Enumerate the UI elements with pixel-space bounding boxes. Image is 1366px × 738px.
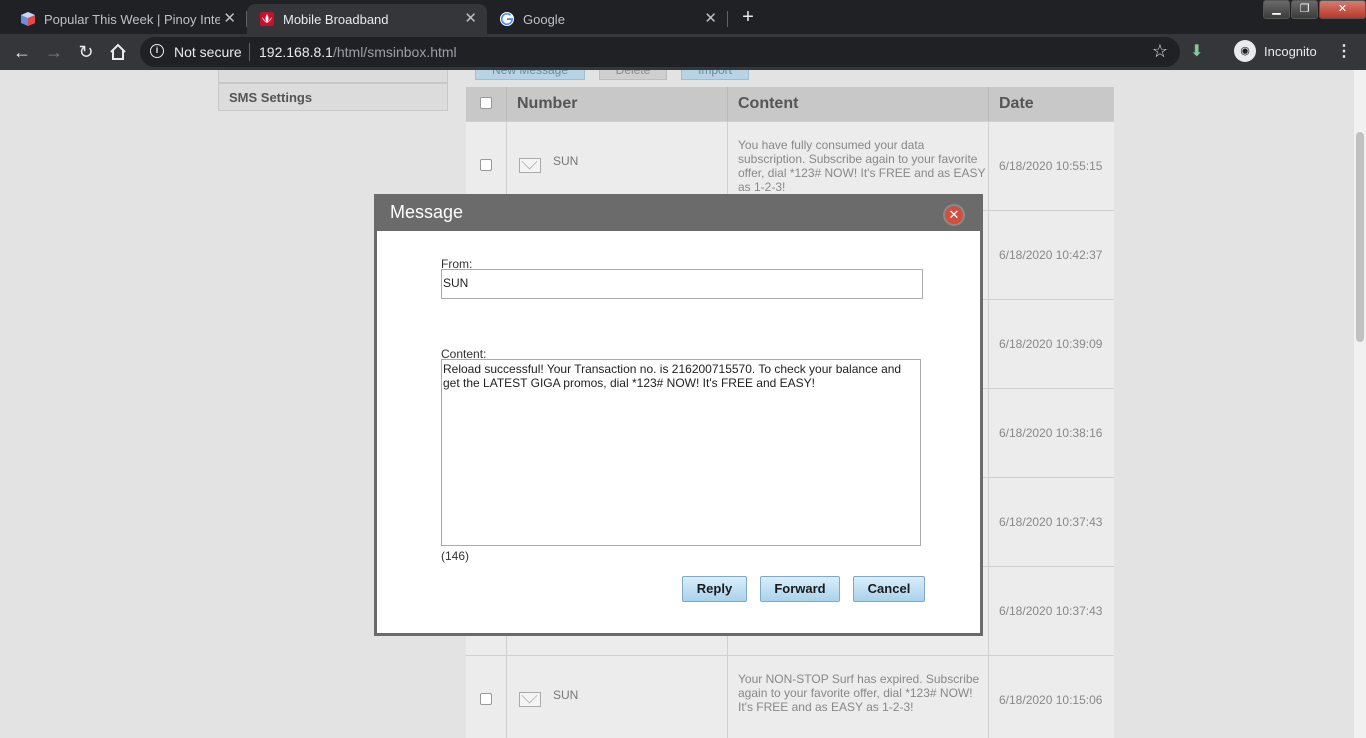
- new-tab-plus-icon[interactable]: +: [735, 6, 761, 30]
- incognito-icon: ◉: [1234, 40, 1256, 62]
- row-date: 6/18/2020 10:39:09: [999, 337, 1103, 351]
- tab-title: Google: [523, 11, 565, 27]
- security-status: Not secure: [174, 44, 242, 60]
- row-date: 6/18/2020 10:37:43: [999, 515, 1103, 529]
- header-checkbox-cell: [466, 87, 506, 121]
- scrollbar-thumb[interactable]: [1356, 132, 1364, 342]
- tab-separator: [727, 11, 728, 27]
- table-row[interactable]: SUN Your NON-STOP Surf has expired. Subs…: [466, 655, 1114, 738]
- tab-google[interactable]: Google ✕: [487, 4, 727, 34]
- delete-button[interactable]: Delete: [599, 70, 667, 80]
- envelope-icon: [519, 158, 541, 173]
- forward-arrow-icon[interactable]: →: [42, 40, 66, 64]
- google-favicon-icon: [499, 11, 515, 27]
- sidebar-item-sms-settings[interactable]: SMS Settings: [218, 83, 448, 111]
- pinoy-favicon-icon: [20, 11, 36, 27]
- incognito-label: Incognito: [1264, 43, 1317, 59]
- row-date-cell: 6/18/2020 10:39:09: [988, 300, 1114, 389]
- home-icon[interactable]: [106, 40, 130, 64]
- tab-title: Popular This Week | Pinoy Intern: [44, 11, 220, 27]
- sidebar-item-top[interactable]: [218, 70, 448, 83]
- minimize-icon[interactable]: ▁: [1263, 0, 1290, 19]
- table-header: Number Content Date: [466, 87, 1114, 121]
- tab-title: Mobile Broadband: [283, 11, 389, 27]
- row-date-cell: 6/18/2020 10:15:06: [988, 656, 1114, 738]
- row-number: SUN: [553, 688, 579, 702]
- browser-toolbar: ← → ↻ i Not secure 192.168.8.1/html/smsi…: [0, 34, 1366, 70]
- tab-mobile-broadband[interactable]: Mobile Broadband ✕: [247, 4, 487, 34]
- close-icon[interactable]: ✕: [943, 204, 965, 226]
- close-icon[interactable]: ✕: [704, 11, 717, 27]
- message-dialog: Message ✕ From: SUN Content: Reload succ…: [374, 194, 983, 636]
- row-date-cell: 6/18/2020 10:37:43: [988, 478, 1114, 567]
- window-controls: ▁ ❐ ✕: [1262, 0, 1366, 20]
- row-date: 6/18/2020 10:55:15: [999, 159, 1103, 173]
- content-textarea[interactable]: Reload successful! Your Transaction no. …: [441, 359, 921, 546]
- reply-button[interactable]: Reply: [682, 576, 747, 602]
- url-text: 192.168.8.1/html/smsinbox.html: [259, 44, 457, 60]
- character-count: (146): [441, 549, 470, 563]
- window-close-icon[interactable]: ✕: [1319, 0, 1366, 19]
- new-message-button[interactable]: New Message: [475, 70, 585, 80]
- row-date-cell: 6/18/2020 10:55:15: [988, 122, 1114, 211]
- info-icon[interactable]: i: [150, 44, 164, 58]
- row-number: SUN: [553, 154, 579, 168]
- reload-icon[interactable]: ↻: [74, 40, 98, 64]
- envelope-icon: [519, 692, 541, 707]
- close-icon[interactable]: ✕: [223, 11, 236, 27]
- from-field[interactable]: SUN: [441, 269, 923, 299]
- dialog-title: Message: [390, 202, 464, 222]
- restore-icon[interactable]: ❐: [1291, 0, 1318, 19]
- url-path: /html/smsinbox.html: [332, 44, 457, 60]
- url-host: 192.168.8.1: [259, 44, 333, 60]
- close-icon[interactable]: ✕: [464, 11, 477, 27]
- more-menu-icon[interactable]: ⋮: [1336, 41, 1352, 61]
- huawei-favicon-icon: [259, 11, 275, 27]
- header-content[interactable]: Content: [727, 87, 988, 121]
- row-date-cell: 6/18/2020 10:42:37: [988, 211, 1114, 300]
- incognito-profile[interactable]: ◉ Incognito: [1234, 40, 1317, 62]
- row-date: 6/18/2020 10:42:37: [999, 248, 1103, 262]
- row-checkbox[interactable]: [480, 693, 492, 705]
- row-number-cell: SUN: [506, 656, 727, 738]
- forward-button[interactable]: Forward: [760, 576, 840, 602]
- back-arrow-icon[interactable]: ←: [10, 40, 34, 64]
- page-scrollbar[interactable]: [1354, 70, 1366, 738]
- row-date: 6/18/2020 10:38:16: [999, 426, 1103, 440]
- bookmark-star-icon[interactable]: ☆: [1152, 41, 1168, 62]
- row-checkbox[interactable]: [480, 159, 492, 171]
- dialog-header: Message ✕: [377, 197, 980, 231]
- header-number[interactable]: Number: [506, 87, 727, 121]
- import-button[interactable]: Import: [681, 70, 749, 80]
- select-all-checkbox[interactable]: [480, 97, 492, 109]
- omnibox-divider: [249, 43, 250, 61]
- row-date-cell: 6/18/2020 10:38:16: [988, 389, 1114, 478]
- row-date: 6/18/2020 10:37:43: [999, 604, 1103, 618]
- download-icon[interactable]: ⬇: [1190, 41, 1203, 61]
- address-bar[interactable]: i Not secure 192.168.8.1/html/smsinbox.h…: [140, 37, 1180, 67]
- row-checkbox-cell: [466, 656, 506, 738]
- row-content: Your NON-STOP Surf has expired. Subscrib…: [738, 672, 980, 714]
- browser-tab-bar: Popular This Week | Pinoy Intern ✕ Mobil…: [0, 0, 1366, 34]
- header-date[interactable]: Date: [988, 87, 1114, 121]
- tab-pinoy-internet[interactable]: Popular This Week | Pinoy Intern ✕: [8, 4, 246, 34]
- row-date-cell: 6/18/2020 10:37:43: [988, 567, 1114, 656]
- row-content: You have fully consumed your data subscr…: [738, 138, 986, 194]
- row-content-cell: Your NON-STOP Surf has expired. Subscrib…: [727, 656, 988, 738]
- row-date: 6/18/2020 10:15:06: [999, 693, 1103, 707]
- cancel-button[interactable]: Cancel: [853, 576, 925, 602]
